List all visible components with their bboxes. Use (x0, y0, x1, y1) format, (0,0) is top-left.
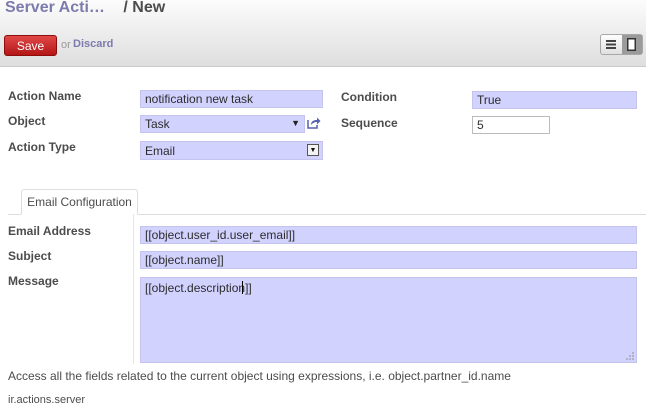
email-address-label: Email Address (8, 224, 91, 238)
sequence-label: Sequence (341, 116, 398, 130)
text-caret (242, 281, 244, 294)
action-type-value: Email (145, 143, 176, 158)
chevron-down-icon: ▼ (307, 144, 319, 156)
help-text: Access all the fields related to the cur… (8, 369, 511, 383)
dropdown-arrow-icon: ▼ (291, 118, 300, 128)
subject-label: Subject (8, 249, 52, 263)
message-text-after-caret: ]] (245, 281, 252, 295)
message-text-before-caret: [[object.description (145, 281, 246, 295)
action-type-label: Action Type (8, 140, 76, 154)
or-label: or (61, 39, 71, 51)
object-select[interactable]: Task ▼ (140, 115, 305, 133)
list-icon (606, 40, 617, 49)
list-view-button[interactable] (601, 35, 622, 54)
model-name: ir.actions.server (8, 394, 86, 406)
control-panel: Server Acti… / New Save or Discard (0, 0, 646, 67)
breadcrumb: Server Acti… / New (5, 0, 165, 17)
object-label: Object (8, 114, 46, 128)
label-column-divider (133, 214, 134, 364)
breadcrumb-parent-link[interactable]: Server Acti… (5, 0, 105, 16)
resize-grip-icon[interactable] (626, 352, 634, 360)
object-value: Task (145, 117, 170, 131)
subject-input[interactable]: [[object.name]] (140, 251, 637, 269)
email-address-input[interactable]: [[object.user_id.user_email]] (140, 226, 637, 244)
action-type-select[interactable]: Email ▼ (140, 141, 323, 160)
action-name-label: Action Name (8, 89, 82, 103)
condition-input[interactable]: True (472, 91, 637, 109)
view-switcher (600, 34, 643, 55)
form-view-button[interactable] (621, 35, 642, 54)
message-label: Message (8, 274, 59, 288)
condition-label: Condition (341, 90, 397, 104)
tab-email-configuration[interactable]: Email Configuration (21, 189, 138, 215)
breadcrumb-current: New (132, 0, 166, 16)
save-button[interactable]: Save (4, 35, 57, 56)
message-textarea[interactable]: [[object.description]] (140, 277, 637, 363)
sequence-input[interactable]: 5 (472, 116, 550, 134)
discard-button[interactable]: Discard (73, 38, 113, 50)
action-name-input[interactable]: notification new task (140, 90, 323, 108)
external-link-icon[interactable] (307, 116, 321, 132)
form-icon (627, 38, 637, 51)
breadcrumb-separator: / (123, 0, 128, 16)
